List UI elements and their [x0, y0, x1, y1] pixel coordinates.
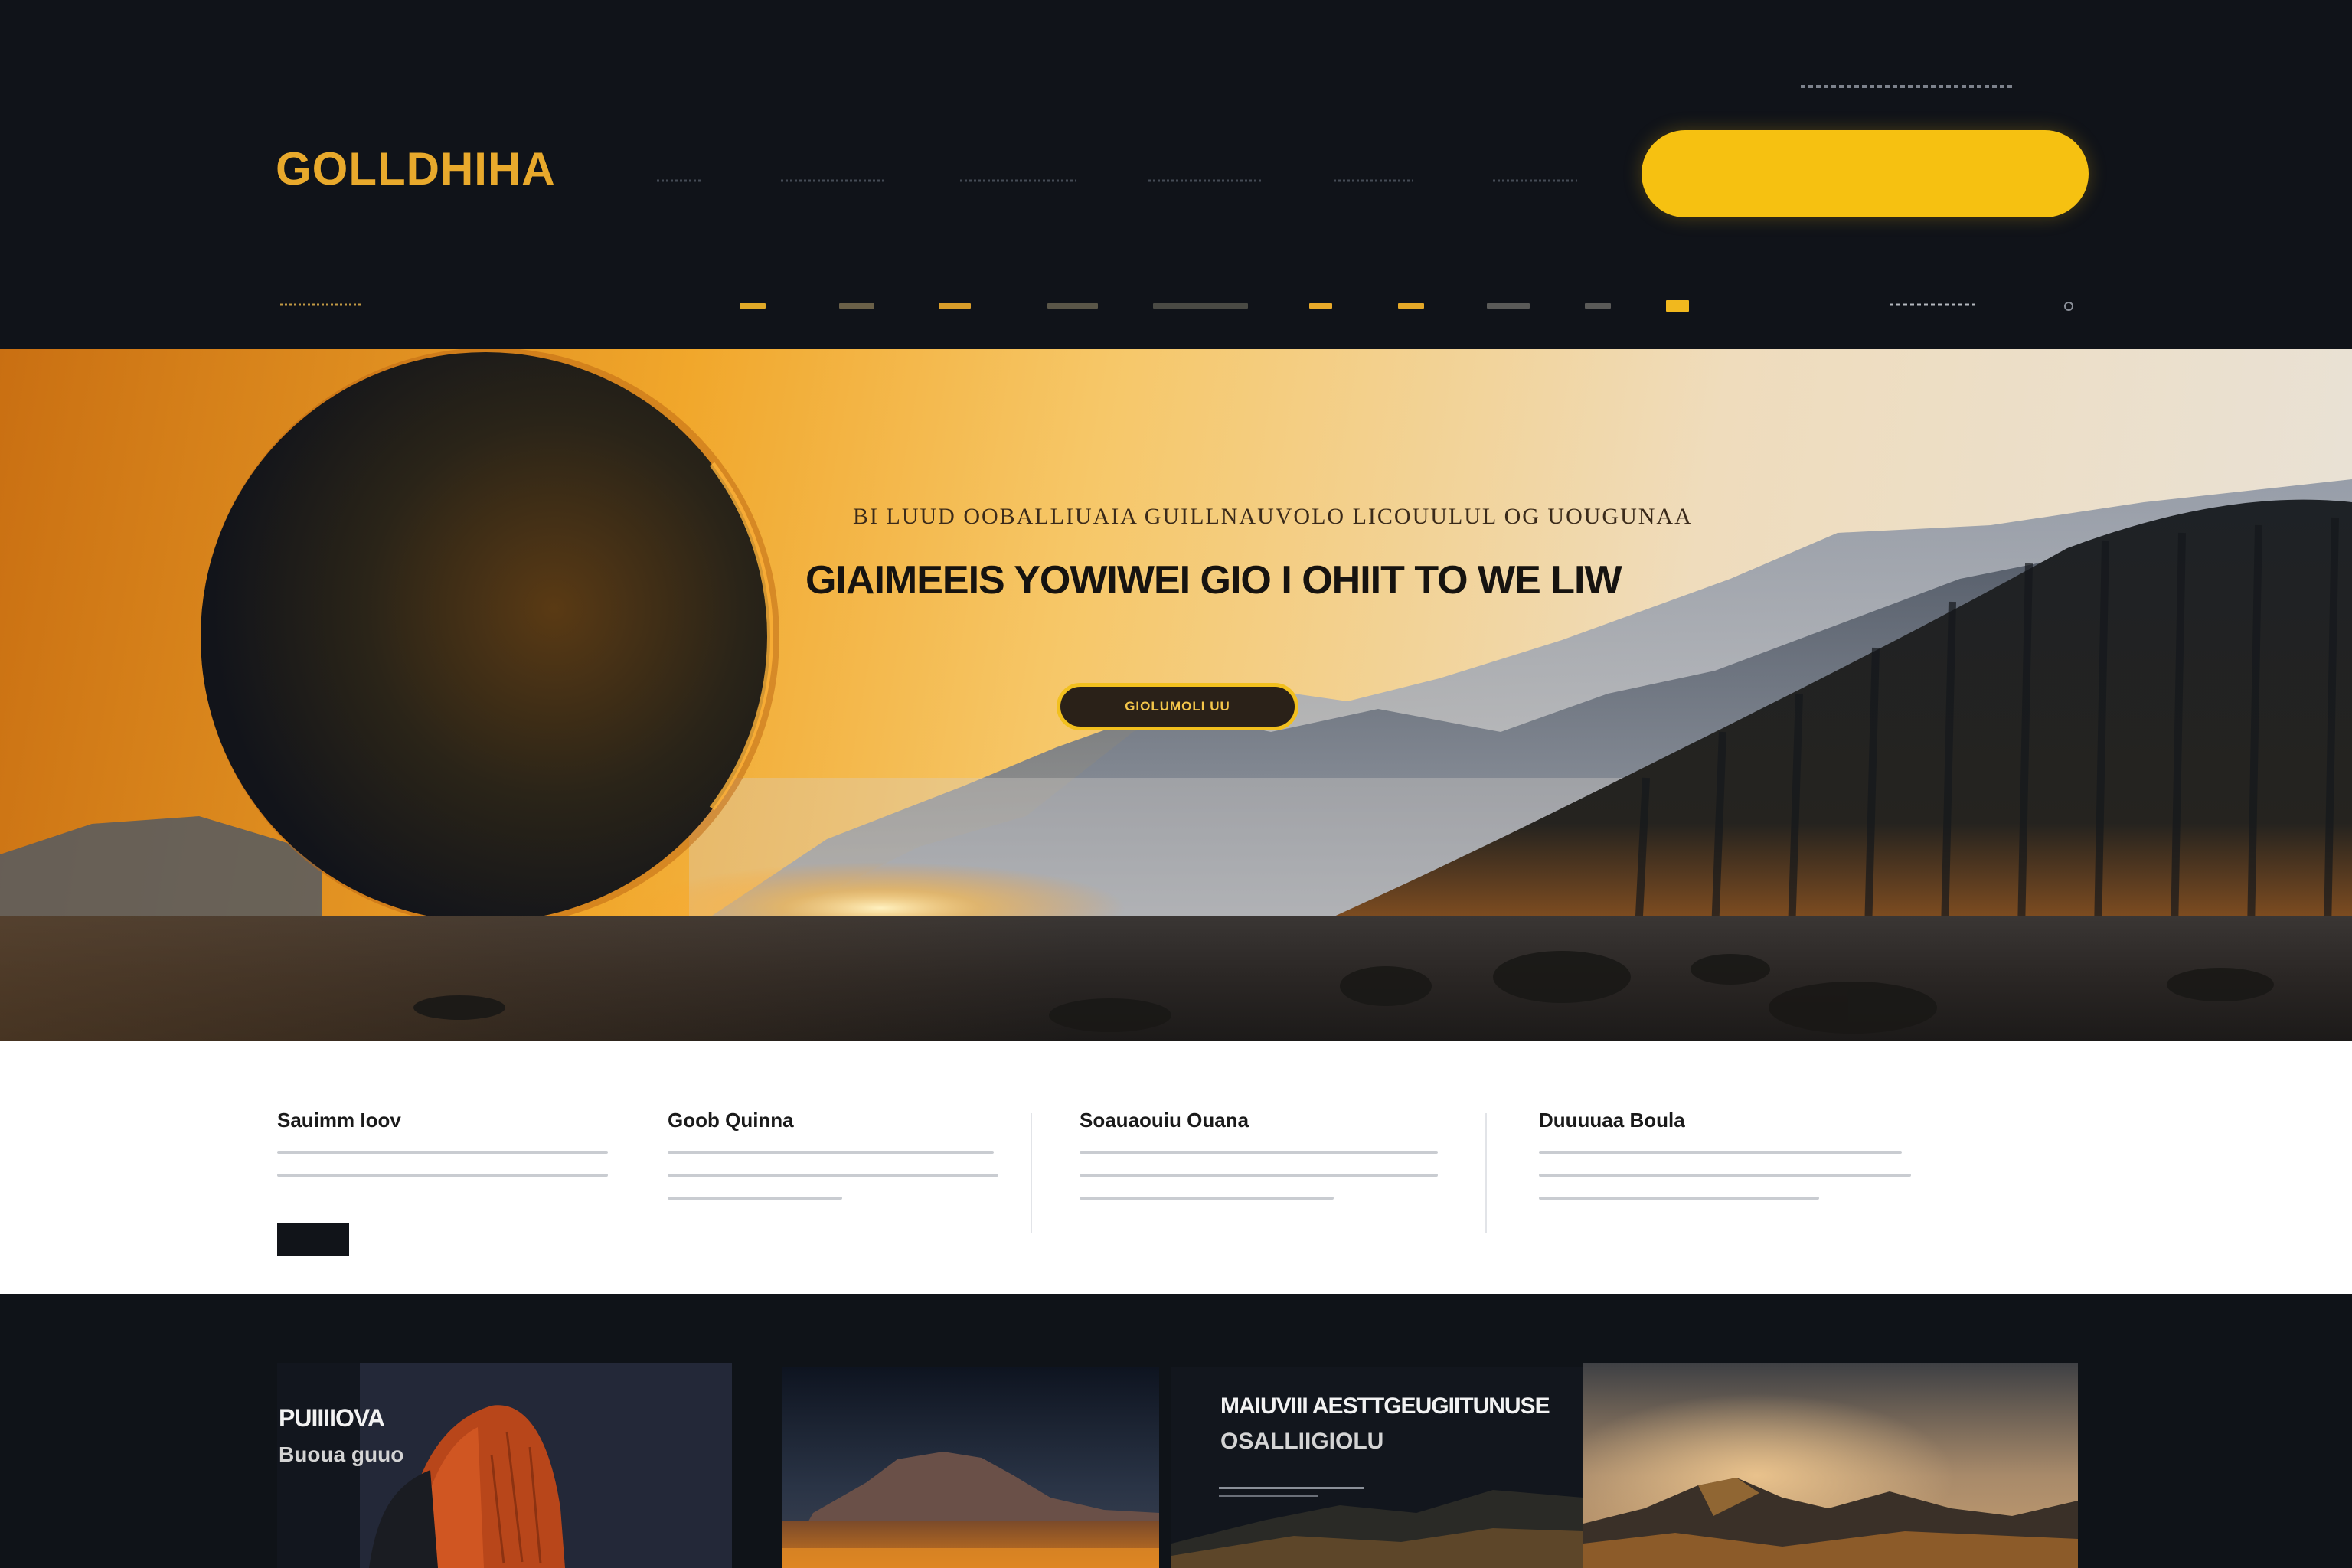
- hero-section: BI LUUD OOBALLIUAIA GUILLNAUVOLO LICOUUL…: [0, 349, 2352, 1041]
- gallery-card-1[interactable]: PUIIIIOVA Buoua guuo: [277, 1363, 732, 1568]
- feature-text-line: [1080, 1197, 1334, 1200]
- feature-text-line: [277, 1174, 608, 1177]
- site-header: GOLLDHIHA: [0, 0, 2352, 349]
- feature-column-1: Sauimm Ioov: [277, 1109, 608, 1177]
- feature-text-line: [1539, 1151, 1902, 1154]
- feature-text-line: [1539, 1174, 1911, 1177]
- gallery-card-3[interactable]: MAIUVIII AESTTGEUGIITUNUSE OSALLIIGIOLU: [1171, 1367, 1583, 1568]
- feature-text-line: [668, 1174, 998, 1177]
- hero-cta-button[interactable]: GIOLUMOLI UU: [1057, 683, 1298, 730]
- feature-title: Soauaouiu Ouana: [1080, 1109, 1250, 1132]
- card-title: MAIUVIII AESTTGEUGIITUNUSE: [1220, 1393, 1550, 1419]
- card-sunset-mountain-image: [1583, 1363, 2078, 1568]
- feature-text-line: [668, 1197, 842, 1200]
- card-mesa-image: [782, 1367, 1159, 1568]
- features-section: Sauimm Ioov Goob Quinna Soauaouiu Ouana …: [0, 1041, 2352, 1294]
- gallery-section: PUIIIIOVA Buoua guuo MAIUVIII AESTTGEUGI…: [0, 1294, 2352, 1568]
- feature-text-line: [668, 1151, 994, 1154]
- feature-text-line: [1080, 1174, 1438, 1177]
- card-subtitle: Buoua guuo: [279, 1442, 404, 1466]
- feature-title: Sauimm Ioov: [277, 1109, 401, 1132]
- feature-column-3: Soauaouiu Ouana: [1080, 1109, 1439, 1200]
- feature-text-line: [1539, 1197, 1819, 1200]
- feature-column-2: Goob Quinna: [668, 1109, 998, 1200]
- feature-button[interactable]: [277, 1223, 349, 1256]
- feature-title: Duuuuaa Boula: [1539, 1109, 1685, 1132]
- feature-divider: [1485, 1113, 1487, 1233]
- feature-text-line: [277, 1151, 608, 1154]
- card-title: PUIIIIOVA: [279, 1404, 385, 1432]
- gallery-card-2[interactable]: [782, 1367, 1159, 1568]
- feature-column-4: Duuuuaa Boula: [1539, 1109, 1911, 1200]
- hero-title: GIAIMEEIS YOWIWEI GIO I OHIIT TO WE LIW: [805, 558, 1622, 603]
- feature-divider: [1031, 1113, 1032, 1233]
- gallery-card-4[interactable]: [1583, 1363, 2078, 1568]
- feature-title: Goob Quinna: [668, 1109, 794, 1132]
- hero-eyebrow: BI LUUD OOBALLIUAIA GUILLNAUVOLO LICOUUL…: [853, 504, 1693, 529]
- card-subtitle: OSALLIIGIOLU: [1220, 1429, 1384, 1454]
- feature-text-line: [1080, 1151, 1438, 1154]
- subnav-placeholder-lines: [280, 303, 1975, 306]
